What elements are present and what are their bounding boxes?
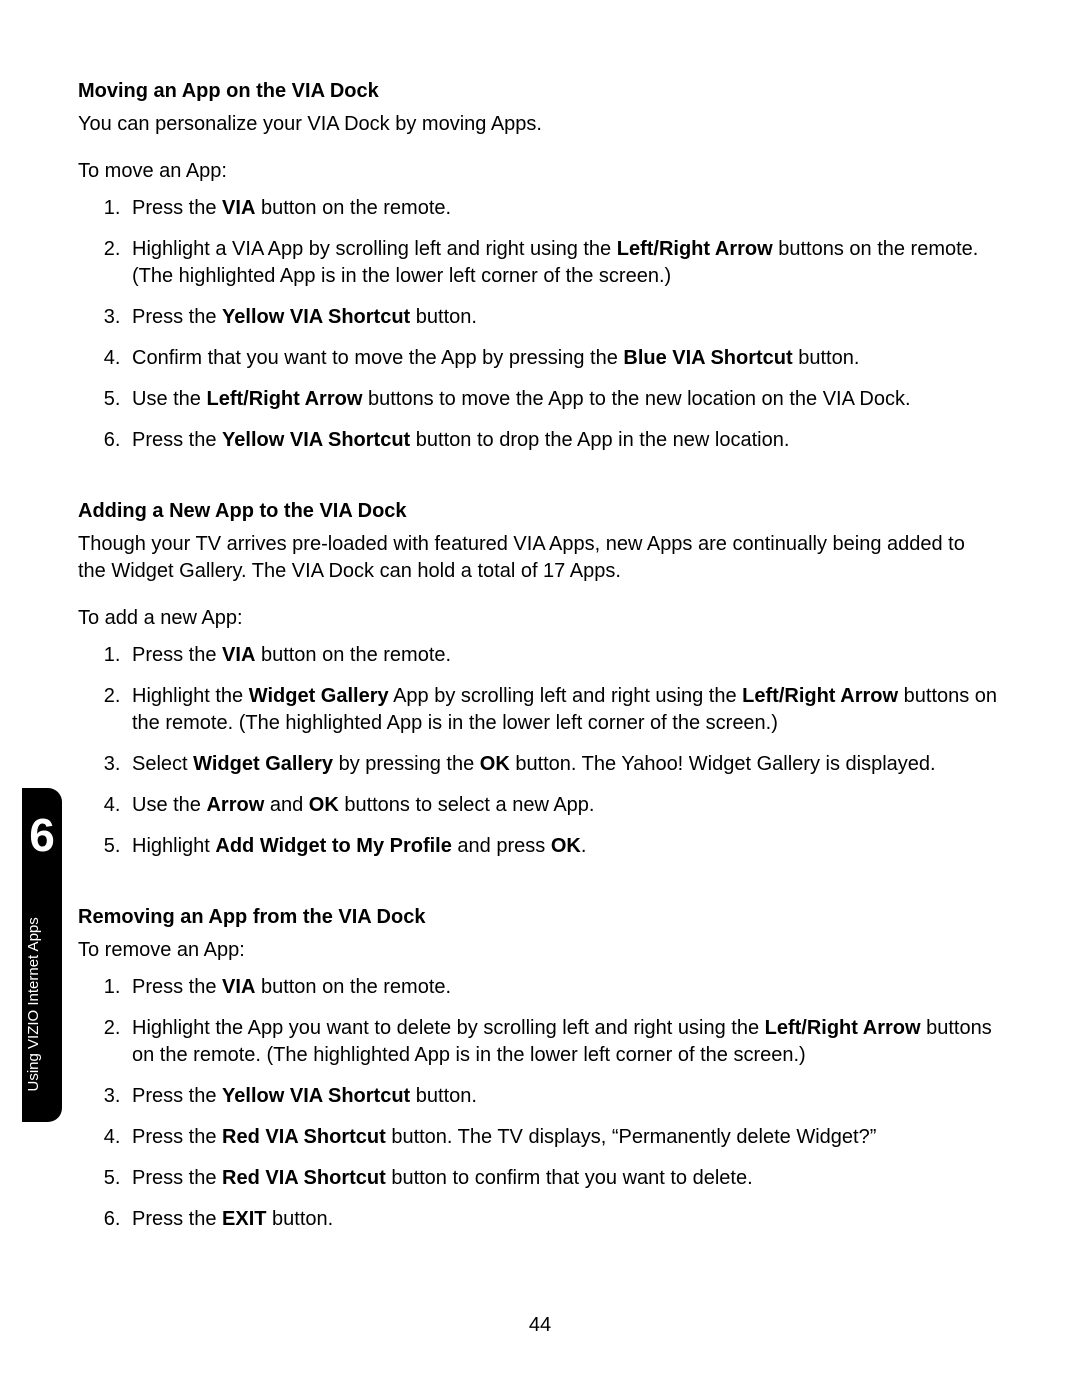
- step-item: Confirm that you want to move the App by…: [126, 345, 998, 372]
- steps-list: Press the VIA button on the remote. High…: [126, 195, 998, 454]
- step-item: Press the Yellow VIA Shortcut button.: [126, 1083, 998, 1110]
- section-heading: Moving an App on the VIA Dock: [78, 78, 998, 105]
- page-content: Moving an App on the VIA Dock You can pe…: [78, 78, 998, 1233]
- step-item: Press the Yellow VIA Shortcut button to …: [126, 427, 998, 454]
- step-item: Highlight the App you want to delete by …: [126, 1015, 998, 1069]
- step-item: Highlight the Widget Gallery App by scro…: [126, 683, 998, 737]
- step-item: Use the Left/Right Arrow buttons to move…: [126, 386, 998, 413]
- step-item: Press the VIA button on the remote.: [126, 642, 998, 669]
- step-item: Highlight Add Widget to My Profile and p…: [126, 833, 998, 860]
- section-lead: To move an App:: [78, 158, 998, 185]
- step-item: Select Widget Gallery by pressing the OK…: [126, 751, 998, 778]
- steps-list: Press the VIA button on the remote. High…: [126, 974, 998, 1233]
- step-item: Press the Yellow VIA Shortcut button.: [126, 304, 998, 331]
- step-item: Press the Red VIA Shortcut button to con…: [126, 1165, 998, 1192]
- section-lead: To add a new App:: [78, 605, 998, 632]
- chapter-tab: 6 Using VIZIO Internet Apps: [22, 788, 62, 1122]
- chapter-number: 6: [29, 808, 55, 862]
- chapter-title: Using VIZIO Internet Apps: [25, 917, 42, 1091]
- step-item: Use the Arrow and OK buttons to select a…: [126, 792, 998, 819]
- page-number: 44: [0, 1314, 1080, 1337]
- step-item: Press the VIA button on the remote.: [126, 195, 998, 222]
- steps-list: Press the VIA button on the remote. High…: [126, 642, 998, 860]
- step-item: Highlight a VIA App by scrolling left an…: [126, 236, 998, 290]
- section-intro: Though your TV arrives pre-loaded with f…: [78, 531, 998, 585]
- section-heading: Removing an App from the VIA Dock: [78, 904, 998, 931]
- step-item: Press the EXIT button.: [126, 1206, 998, 1233]
- step-item: Press the VIA button on the remote.: [126, 974, 998, 1001]
- step-item: Press the Red VIA Shortcut button. The T…: [126, 1124, 998, 1151]
- section-lead: To remove an App:: [78, 937, 998, 964]
- section-intro: You can personalize your VIA Dock by mov…: [78, 111, 998, 138]
- section-heading: Adding a New App to the VIA Dock: [78, 498, 998, 525]
